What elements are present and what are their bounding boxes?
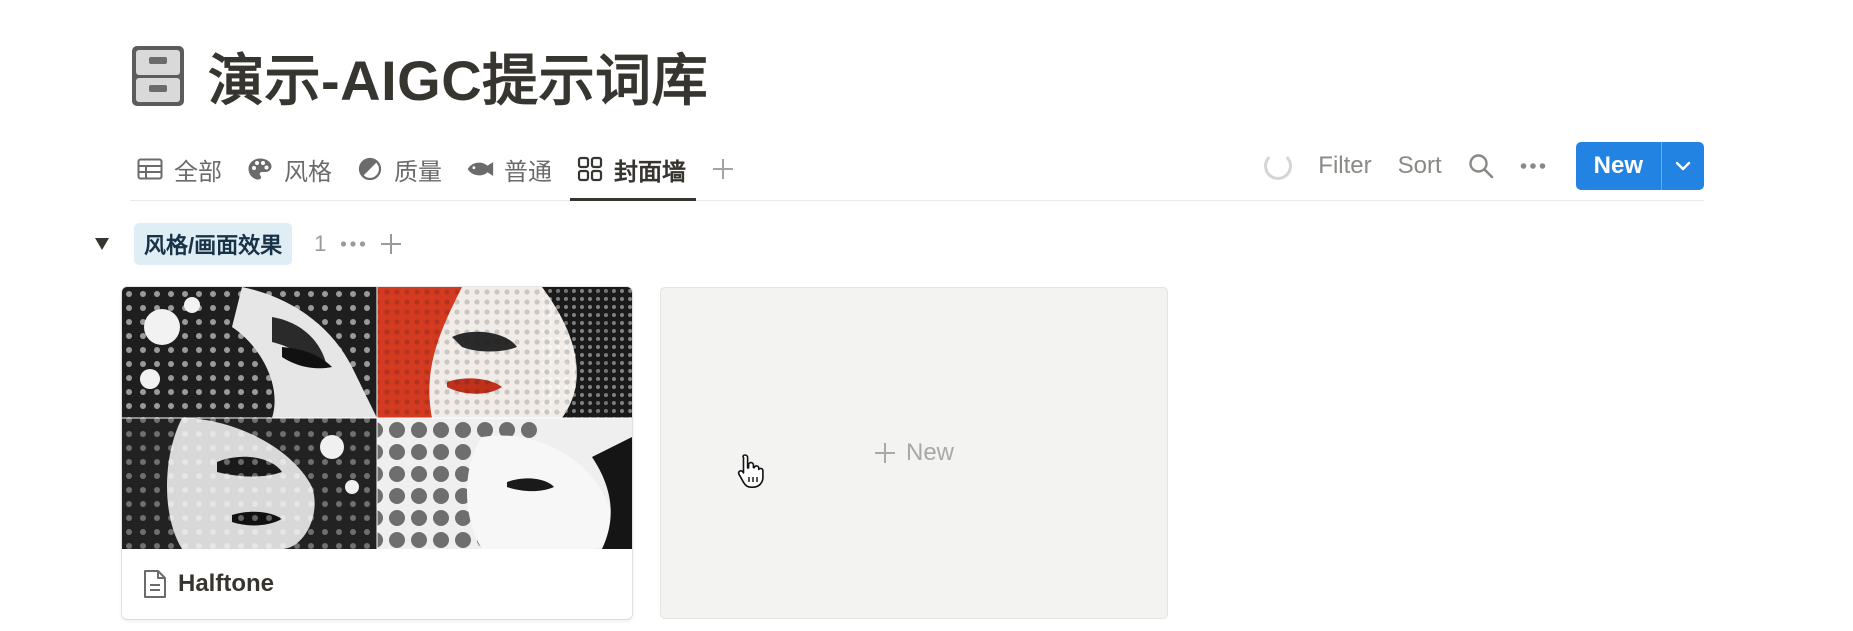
chevron-down-icon <box>1675 161 1691 171</box>
gallery-icon <box>576 155 604 183</box>
plus-icon <box>381 234 402 254</box>
tab-normal[interactable]: 普通 <box>460 138 562 200</box>
tab-label: 普通 <box>504 158 552 186</box>
sort-button[interactable]: Sort <box>1398 152 1442 180</box>
new-card-label: New <box>905 439 954 466</box>
tab-quality[interactable]: 质量 <box>350 138 452 200</box>
tab-label: 质量 <box>394 158 442 186</box>
card-footer: Halftone <box>122 549 632 619</box>
page-header: 演示-AIGC提示词库 <box>130 38 708 114</box>
group-count: 1 <box>314 231 327 256</box>
gallery-card[interactable]: Halftone <box>122 287 632 619</box>
card-cover-image <box>122 287 632 549</box>
view-tabs: 全部 风格 质量 普通 封面墙 <box>130 138 742 201</box>
tab-label: 全部 <box>174 158 222 186</box>
plus-icon <box>874 443 895 463</box>
more-icon <box>341 241 366 247</box>
tab-gallery[interactable]: 封面墙 <box>570 138 696 201</box>
tab-style[interactable]: 风格 <box>240 138 342 200</box>
group-header: 风格/画面效果 1 <box>92 223 402 265</box>
plus-icon <box>713 159 733 179</box>
table-icon <box>136 155 164 183</box>
new-card-content: New <box>874 439 954 467</box>
tab-all[interactable]: 全部 <box>130 138 232 200</box>
group-toggle-button[interactable] <box>92 234 112 254</box>
new-button[interactable]: New <box>1575 142 1704 190</box>
page-icon <box>144 570 166 598</box>
new-button-label[interactable]: New <box>1576 142 1661 190</box>
more-options-button[interactable] <box>1520 162 1546 170</box>
more-icon <box>1520 163 1545 169</box>
file-cabinet-icon <box>132 46 184 106</box>
triangle-down-icon <box>95 238 109 250</box>
add-view-button[interactable] <box>704 138 742 200</box>
search-icon <box>1468 154 1493 179</box>
filter-button[interactable]: Filter <box>1318 152 1371 180</box>
page-title: 演示-AIGC提示词库 <box>208 48 709 112</box>
database-toolbar: Filter Sort New <box>1238 140 1704 192</box>
fish-icon <box>466 155 494 183</box>
sync-spinner-icon <box>1264 152 1293 180</box>
group-tag: 风格/画面效果 <box>134 223 293 265</box>
view-tabs-bar: 全部 风格 质量 普通 封面墙 Filter Sort New <box>130 138 1704 201</box>
palette-icon <box>246 155 274 183</box>
card-title: Halftone <box>178 570 274 597</box>
group-add-button[interactable] <box>380 233 402 255</box>
group-more-button[interactable] <box>340 240 366 248</box>
tab-label: 封面墙 <box>614 158 686 186</box>
hand-pointer-cursor-icon <box>737 454 764 488</box>
tab-label: 风格 <box>284 158 332 186</box>
search-button[interactable] <box>1468 153 1494 179</box>
contrast-icon <box>356 155 384 183</box>
new-dropdown-button[interactable] <box>1661 142 1704 190</box>
